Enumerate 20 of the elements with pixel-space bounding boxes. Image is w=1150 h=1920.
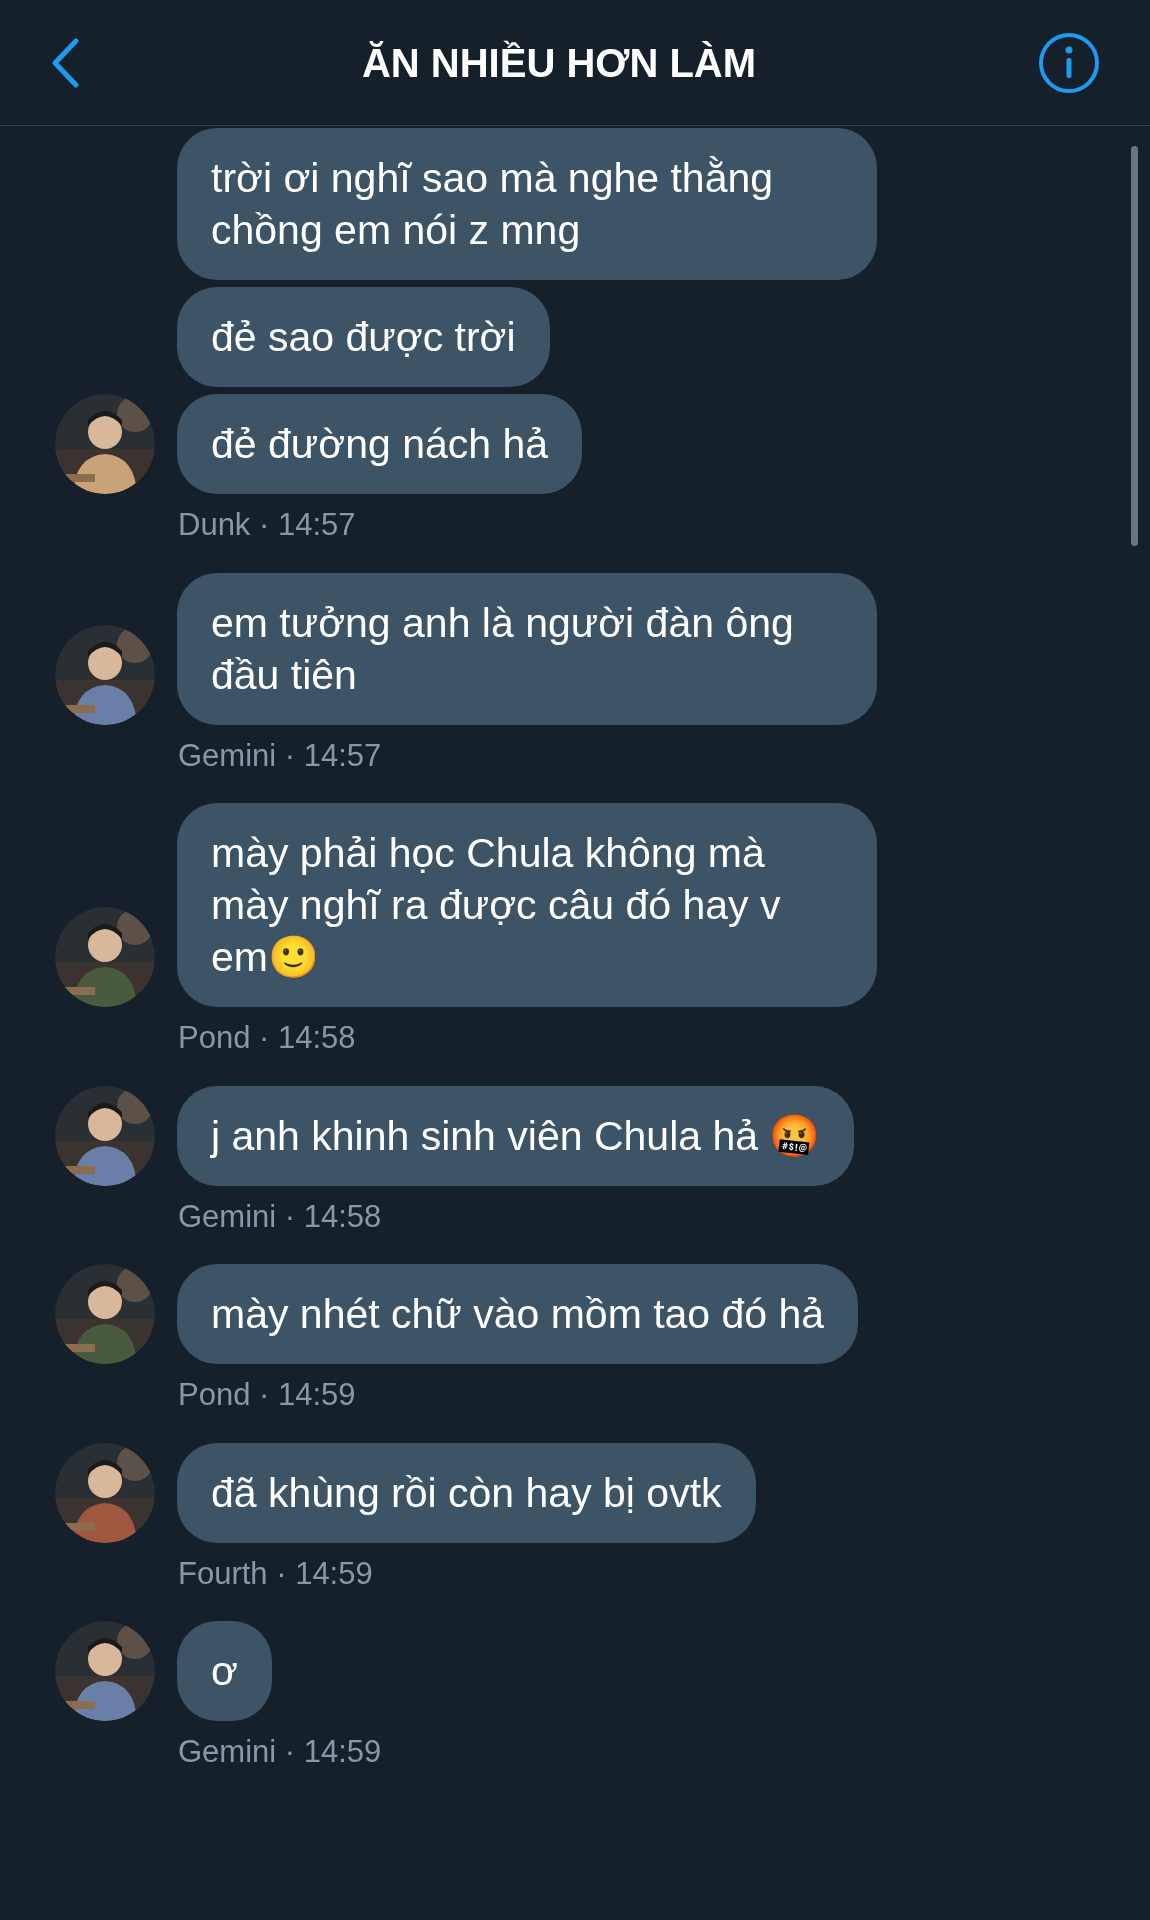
message-bubble: mày nhét chữ vào mồm tao đó hả xyxy=(177,1264,859,1364)
sender-and-time: Gemini · 14:57 xyxy=(178,736,382,775)
message-bubble: j anh khinh sinh viên Chula hả 🤬 xyxy=(177,1085,855,1186)
info-icon[interactable] xyxy=(1038,31,1100,94)
sender-and-time: Pond · 14:59 xyxy=(178,1376,356,1414)
message-bubble: đẻ sao được trời xyxy=(177,287,550,387)
chat-title: ĂN NHIỀU HƠN LÀM xyxy=(361,39,757,87)
message-bubble: mày phải học Chula không mà mày nghĩ ra được câu đó hay v em🙂 xyxy=(177,803,877,1007)
sender-and-time: Gemini · 14:58 xyxy=(178,1197,382,1236)
message-bubble: ơ xyxy=(177,1621,272,1721)
sender-and-time: Pond · 14:58 xyxy=(178,1019,356,1057)
sender-and-time: Gemini · 14:59 xyxy=(178,1733,382,1771)
back-icon[interactable] xyxy=(50,36,80,89)
sender-and-time: Dunk · 14:57 xyxy=(178,506,356,544)
message-bubble: đã khùng rồi còn hay bị ovtk xyxy=(177,1442,756,1543)
sender-and-time: Fourth · 14:59 xyxy=(178,1554,373,1593)
scrollbar[interactable] xyxy=(1131,146,1138,546)
message-bubble: trời ơi nghĩ sao mà nghe thằng chồng em nói z mng xyxy=(177,128,877,280)
message-bubble: em tưởng anh là người đàn ông đầu tiên xyxy=(177,572,877,725)
message-bubble: đẻ đường nách hả xyxy=(177,394,583,494)
